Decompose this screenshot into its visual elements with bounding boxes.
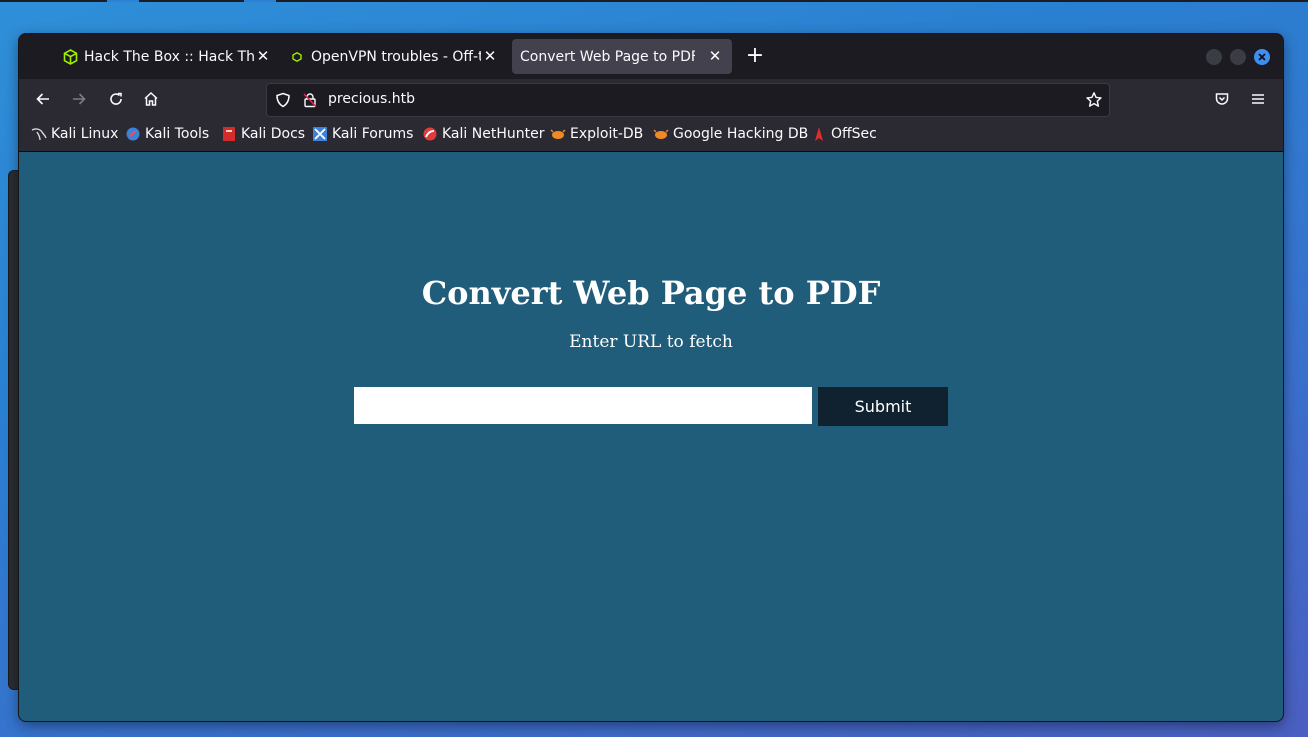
kali-docs-icon (221, 126, 237, 142)
reload-button[interactable] (104, 87, 128, 111)
tab-openvpn[interactable]: OpenVPN troubles - Off-topic ✕ (289, 39, 507, 74)
hackthebox-cube-icon (289, 49, 305, 65)
kali-tools-icon (125, 126, 141, 142)
bookmark-exploit-db[interactable]: Exploit-DB (550, 126, 643, 142)
kali-forums-icon (312, 126, 328, 142)
tab-close-icon[interactable]: ✕ (481, 47, 499, 65)
navigation-toolbar: precious.htb (19, 79, 1283, 119)
bookmark-label: Google Hacking DB (673, 126, 809, 142)
bookmark-kali-tools[interactable]: Kali Tools (125, 126, 209, 142)
bookmark-label: Kali Docs (241, 126, 306, 142)
tab-hackthebox[interactable]: Hack The Box :: Hack The Box ✕ (62, 39, 280, 74)
tab-title: OpenVPN troubles - Off-topic (311, 48, 481, 65)
url-bar[interactable]: precious.htb (266, 83, 1110, 117)
hackthebox-cube-icon (62, 48, 78, 65)
panel-indicator (107, 0, 139, 2)
insecure-lock-icon[interactable] (302, 92, 318, 112)
tab-close-icon[interactable]: ✕ (254, 47, 272, 65)
exploit-db-bug-icon (653, 126, 669, 142)
page-subtitle: Enter URL to fetch (569, 332, 733, 352)
exploit-db-bug-icon (550, 126, 566, 142)
bookmark-label: Kali NetHunter (442, 126, 545, 142)
submit-button[interactable]: Submit (818, 387, 948, 426)
browser-window: Hack The Box :: Hack The Box ✕ OpenVPN t… (19, 34, 1283, 721)
reload-icon (110, 92, 122, 105)
bookmark-kali-docs[interactable]: Kali Docs (221, 126, 305, 142)
bookmark-label: Kali Tools (145, 126, 210, 142)
bookmark-label: Kali Forums (332, 126, 414, 142)
tab-close-icon[interactable]: ✕ (706, 47, 724, 65)
bookmark-kali-linux[interactable]: Kali Linux (31, 126, 118, 142)
close-window-button[interactable] (1254, 49, 1270, 65)
tab-title: Convert Web Page to PDF (520, 48, 695, 65)
url-text[interactable]: precious.htb (328, 91, 415, 107)
bookmark-label: Exploit-DB (570, 126, 644, 142)
bookmark-star-icon[interactable] (1085, 91, 1103, 113)
home-button[interactable] (139, 87, 163, 111)
maximize-button[interactable] (1230, 49, 1246, 65)
forward-button[interactable] (67, 87, 91, 111)
bookmark-label: OffSec (831, 126, 877, 142)
url-input[interactable] (354, 387, 812, 424)
pocket-icon (1215, 93, 1229, 105)
bookmark-kali-forums[interactable]: Kali Forums (312, 126, 413, 142)
panel-indicator (244, 0, 276, 2)
arrow-right-icon (73, 93, 86, 105)
tab-convert-pdf[interactable]: Convert Web Page to PDF ✕ (512, 39, 732, 74)
offsec-icon (811, 126, 827, 142)
bookmarks-toolbar: Kali Linux Kali Tools Kali Docs Kali For… (19, 119, 1283, 152)
back-button[interactable] (31, 87, 55, 111)
nethunter-icon (422, 126, 438, 142)
new-tab-button[interactable]: + (743, 45, 767, 69)
arrow-left-icon (36, 93, 49, 105)
page-content: Convert Web Page to PDF Enter URL to fet… (19, 152, 1283, 721)
pocket-button[interactable] (1210, 87, 1234, 111)
bookmark-google-hacking-db[interactable]: Google Hacking DB (653, 126, 808, 142)
kali-dragon-icon (31, 126, 47, 142)
hamburger-menu-icon (1252, 94, 1264, 104)
bookmark-offsec[interactable]: OffSec (811, 126, 877, 142)
bookmark-label: Kali Linux (51, 126, 119, 142)
menu-button[interactable] (1246, 87, 1270, 111)
close-icon (1258, 53, 1266, 61)
page-title: Convert Web Page to PDF (421, 274, 881, 312)
bookmark-kali-nethunter[interactable]: Kali NetHunter (422, 126, 544, 142)
minimize-button[interactable] (1206, 49, 1222, 65)
tab-bar: Hack The Box :: Hack The Box ✕ OpenVPN t… (19, 34, 1283, 79)
desktop-top-panel (0, 0, 1308, 2)
shield-icon[interactable] (275, 92, 291, 112)
tab-title: Hack The Box :: Hack The Box (84, 48, 254, 65)
home-icon (144, 91, 158, 106)
